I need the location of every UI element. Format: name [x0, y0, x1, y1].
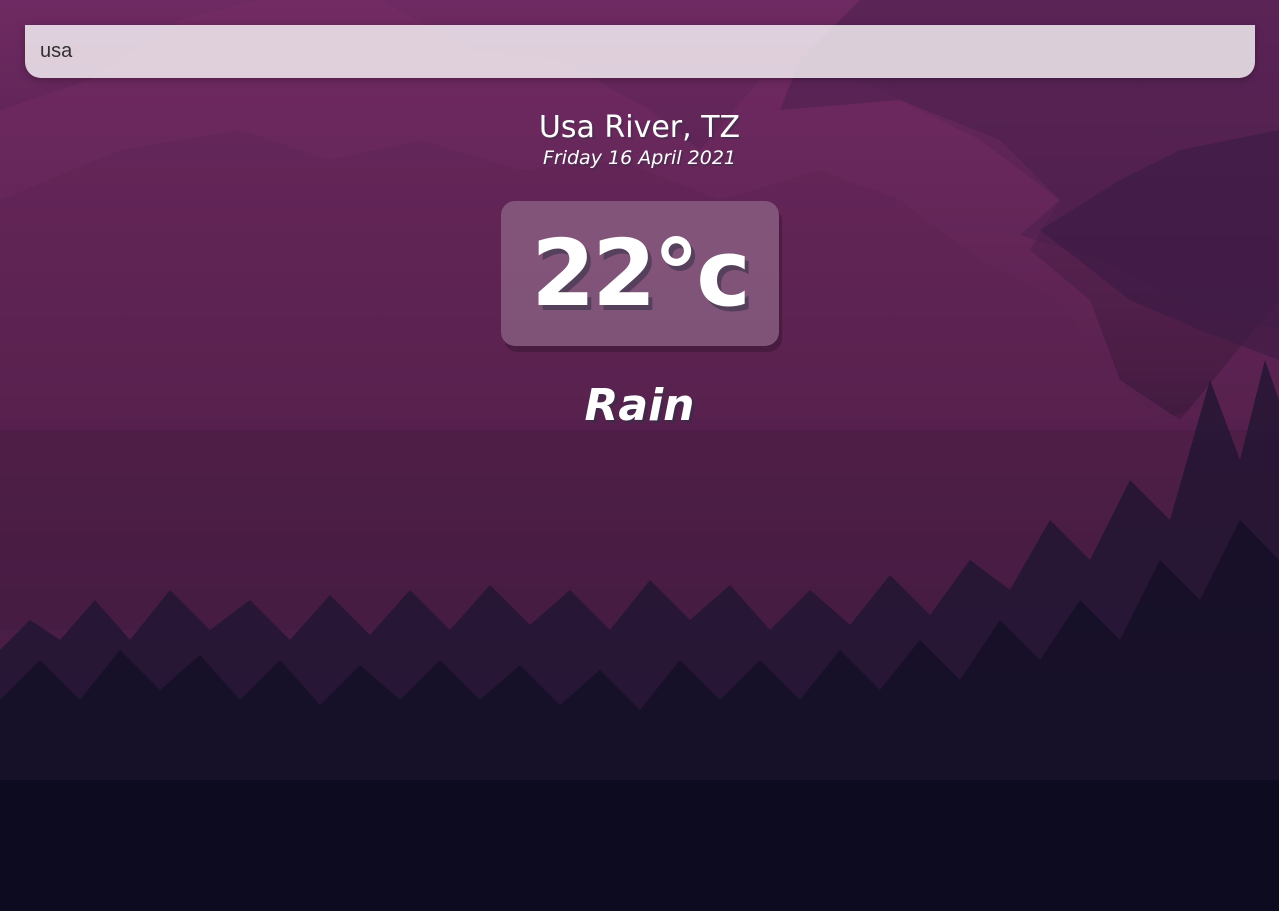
location-name: Usa River, TZ	[538, 110, 741, 145]
search-input[interactable]	[25, 25, 1255, 78]
weather-app: Usa River, TZ Friday 16 April 2021 22°c …	[0, 0, 1279, 911]
temperature-display: 22°c	[500, 201, 779, 346]
location-box: Usa River, TZ Friday 16 April 2021	[0, 108, 1279, 170]
weather-condition: Rain	[584, 380, 695, 431]
current-date: Friday 16 April 2021	[542, 147, 737, 169]
weather-box: 22°c Rain	[0, 201, 1279, 434]
